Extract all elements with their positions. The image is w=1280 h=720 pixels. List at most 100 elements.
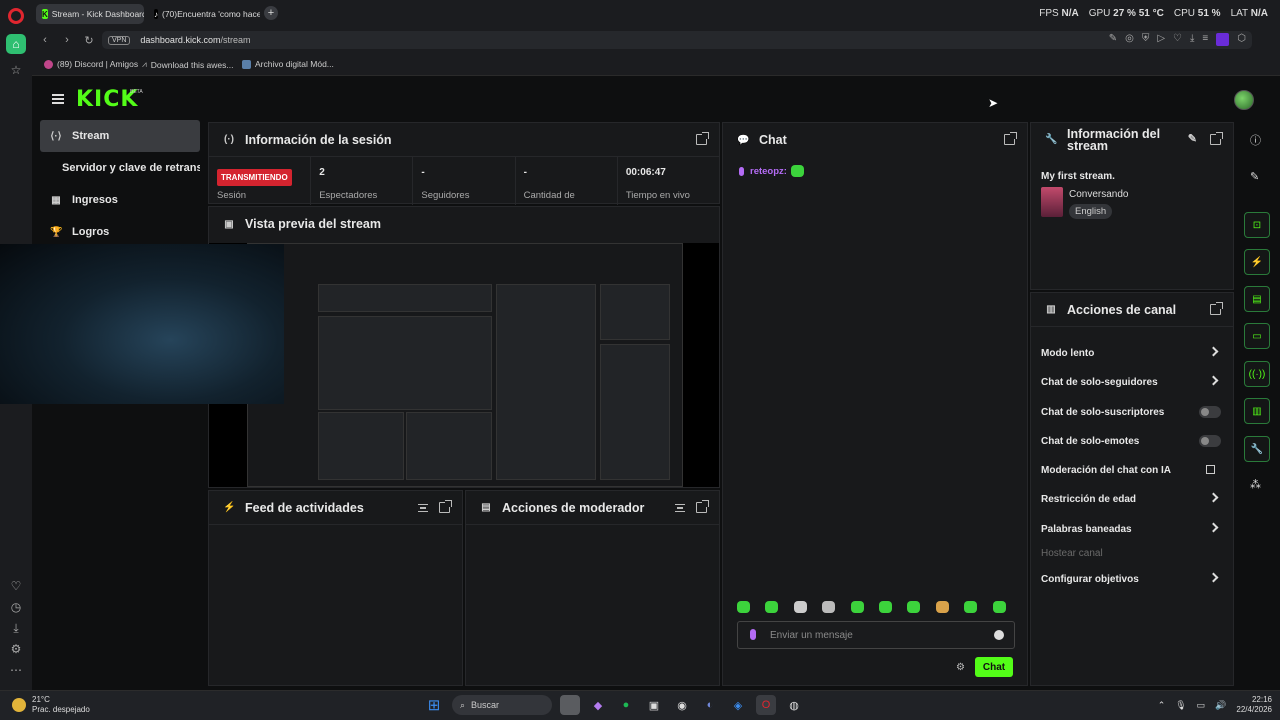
emote-icon[interactable] [822, 601, 836, 613]
performance-stats: FPS N/A GPU 27 % 51 °C CPU 51 % LAT N/A [1039, 8, 1268, 19]
subscribers-only-toggle[interactable] [1199, 406, 1221, 418]
windows-start-icon[interactable]: ⊞ [424, 695, 444, 715]
language-tag: English [1069, 204, 1113, 219]
copilot-icon[interactable]: ◆ [588, 695, 608, 715]
camera-icon[interactable]: ◎ [1125, 33, 1134, 46]
chevron-up-icon[interactable]: ⌃ [1158, 700, 1166, 711]
more-icon[interactable]: ⋯ [6, 660, 26, 680]
system-tray: ⌃ 🎙 ▭ 🔊 22:16 22/4/2026 [1158, 695, 1272, 715]
popout-icon[interactable] [439, 500, 452, 513]
chat-settings-icon[interactable]: ⚙ [956, 662, 965, 673]
wrench-icon: 🔧 [1045, 134, 1058, 145]
popout-icon[interactable] [696, 500, 709, 513]
new-tab-button[interactable]: + [264, 6, 278, 20]
emote-icon[interactable] [992, 601, 1006, 613]
chat-input[interactable]: Enviar un mensaje [737, 621, 1015, 649]
volume-icon[interactable]: 🔊 [1215, 700, 1226, 711]
clock[interactable]: 22:16 22/4/2026 [1236, 695, 1272, 715]
emote-icon[interactable] [737, 601, 750, 613]
url-field[interactable]: VPN dashboard.kick.com/stream ✎ ◎ ⛨ ▷ ♡ … [102, 31, 1252, 49]
scan-icon[interactable]: ⊡ [1244, 212, 1270, 238]
bookmark-archivo[interactable]: Archivo digital Mód... [242, 59, 334, 69]
channel-icon[interactable]: ▥ [1244, 398, 1270, 424]
discord-icon[interactable]: ◐ [700, 695, 720, 715]
weather-widget[interactable]: 21°C Prac. despejado [12, 695, 90, 715]
popout-icon[interactable] [1210, 132, 1223, 145]
app-icon[interactable]: ◍ [784, 695, 804, 715]
broadcast-icon[interactable]: ((·)) [1244, 361, 1270, 387]
emote-icon[interactable] [793, 601, 807, 613]
edit-icon[interactable]: ✎ [1188, 133, 1197, 145]
filter-icon[interactable] [675, 504, 685, 512]
opera-logo-icon[interactable] [8, 8, 24, 24]
app-icon[interactable]: ▣ [644, 695, 664, 715]
filter-icon[interactable] [418, 504, 428, 512]
task-view-icon[interactable] [560, 695, 580, 715]
lightning-icon[interactable]: ⚡ [1244, 249, 1270, 275]
back-icon[interactable]: ‹ [38, 33, 52, 47]
extension-icon[interactable] [1216, 33, 1230, 46]
play-icon[interactable]: ▷ [1157, 33, 1165, 46]
star-icon[interactable]: ☆ [6, 60, 26, 80]
emote-icon[interactable] [907, 601, 921, 613]
steam-icon[interactable]: ◉ [672, 695, 692, 715]
box-icon[interactable]: ⬡ [1237, 33, 1246, 46]
chat-bubble-icon[interactable]: ▭ [1244, 323, 1270, 349]
download-icon[interactable]: ⤓ [1190, 33, 1194, 46]
mic-icon[interactable] [750, 629, 756, 640]
emoji-icon[interactable] [994, 630, 1004, 640]
emote-icon[interactable] [935, 601, 949, 613]
network-icon[interactable]: ▭ [1197, 700, 1206, 711]
hamburger-menu-icon[interactable] [52, 94, 64, 104]
opera-icon[interactable]: O [756, 695, 776, 715]
settings-icon[interactable]: ⚙ [6, 639, 26, 659]
category-name[interactable]: Conversando [1069, 189, 1128, 200]
stream-preview-video[interactable] [209, 243, 719, 487]
popout-icon[interactable] [1210, 302, 1223, 315]
home-icon[interactable]: ⌂ [6, 34, 26, 54]
popout-icon[interactable] [696, 132, 709, 145]
action-set-goals[interactable]: Configurar objetivos [1041, 569, 1221, 589]
heart-outline-icon[interactable]: ♡ [1173, 33, 1182, 46]
emote-icon[interactable] [765, 601, 779, 613]
action-age-restriction[interactable]: Restricción de edad [1041, 489, 1221, 509]
spotify-icon[interactable]: ● [616, 695, 636, 715]
nav-item-server-key[interactable]: Servidor y clave de retransn [40, 152, 200, 184]
menu-icon[interactable]: ≡ [1202, 33, 1208, 46]
tab-tiktok[interactable]: ♪ (70)Encuentra 'como hace [148, 4, 260, 24]
heart-icon[interactable]: ♡ [6, 576, 26, 596]
emote-icon[interactable] [878, 601, 892, 613]
bookmark-discord[interactable]: (89) Discord | Amigos [44, 59, 138, 69]
wrench-icon[interactable]: 🔧 [1244, 436, 1270, 462]
vpn-badge[interactable]: VPN [108, 35, 131, 45]
document-icon[interactable]: ▤ [1244, 286, 1270, 312]
bookmark-download[interactable]: ⩘ Download this awes... [142, 59, 233, 70]
emote-icon[interactable] [964, 601, 978, 613]
nav-item-revenue[interactable]: ▦ Ingresos [40, 184, 200, 216]
action-banned-words[interactable]: Palabras baneadas [1041, 519, 1221, 539]
popout-icon[interactable] [1004, 132, 1017, 145]
forward-icon[interactable]: › [60, 33, 74, 47]
edit-icon[interactable]: ✎ [1109, 33, 1117, 46]
action-ai-moderation[interactable]: Moderación del chat con IA [1041, 460, 1221, 480]
info-icon[interactable]: ⓘ [1250, 132, 1261, 148]
share-icon[interactable]: ⁂ [1250, 478, 1261, 491]
quantity-cell: - Cantidad de [516, 157, 618, 205]
reload-icon[interactable]: ↻ [82, 33, 96, 47]
download-icon[interactable]: ⤓ [6, 618, 26, 638]
pencil-icon[interactable]: ✎ [1250, 170, 1259, 183]
avatar[interactable] [1234, 90, 1254, 110]
history-icon[interactable]: ◷ [6, 597, 26, 617]
action-followers-only[interactable]: Chat de solo-seguidores [1041, 372, 1221, 392]
image-icon [242, 59, 251, 69]
mic-icon[interactable]: 🎙 [1175, 700, 1186, 711]
taskbar-search[interactable]: ⌕ Buscar [452, 695, 552, 715]
action-slow-mode[interactable]: Modo lento [1041, 343, 1221, 363]
chat-send-button[interactable]: Chat [975, 657, 1013, 677]
tab-kick-dashboard[interactable]: K Stream - Kick Dashboard ✕ [36, 4, 144, 24]
emotes-only-toggle[interactable] [1199, 435, 1221, 447]
shield-icon[interactable]: ⛨ [1142, 33, 1150, 46]
emote-icon[interactable] [850, 601, 864, 613]
app-icon[interactable]: ◈ [728, 695, 748, 715]
nav-item-stream[interactable]: ⟨·⟩ Stream [40, 120, 200, 152]
